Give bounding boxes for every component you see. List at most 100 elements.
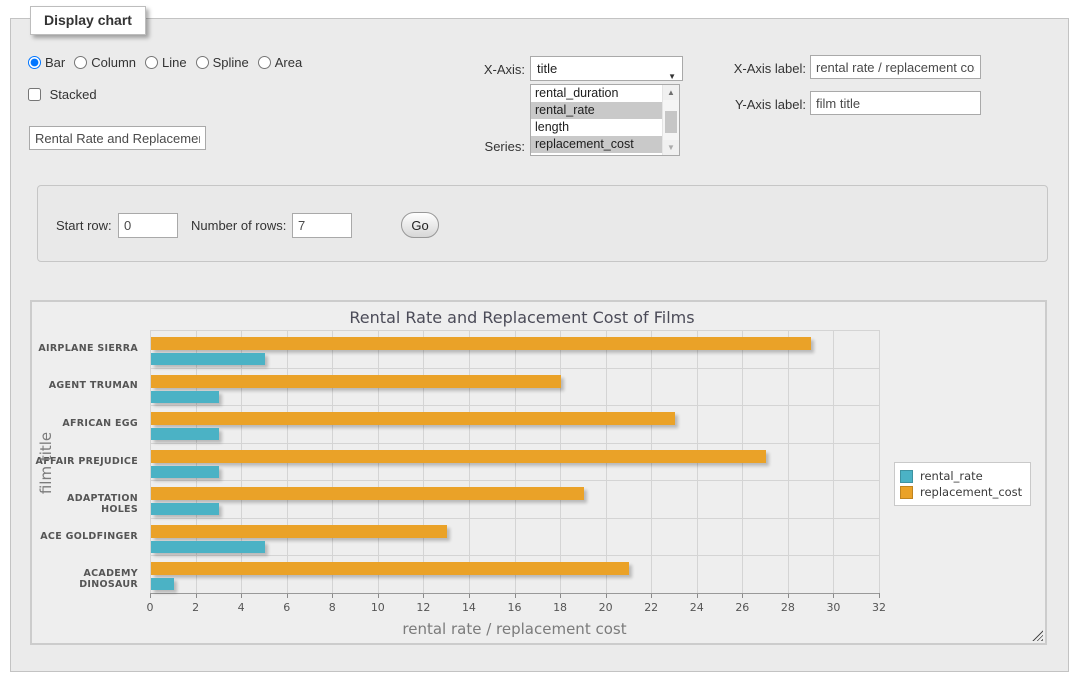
x-axis-title: rental rate / replacement cost (150, 620, 879, 638)
x-tick-label: 10 (363, 601, 393, 614)
y-axis-label-caption: Y-Axis label: (700, 97, 806, 112)
grid-line-horizontal (150, 480, 879, 481)
number-of-rows-label: Number of rows: (191, 218, 286, 233)
chart-title: Rental Rate and Replacement Cost of Film… (32, 308, 1012, 327)
chart-bar-rental_rate (151, 428, 219, 440)
x-axis-select[interactable]: title ▼ (530, 56, 683, 81)
start-row-input[interactable] (118, 213, 178, 238)
chart-type-radio-bar[interactable] (28, 56, 41, 69)
x-tick-label: 16 (500, 601, 530, 614)
grid-line-horizontal (150, 555, 879, 556)
x-tick-label: 30 (818, 601, 848, 614)
legend-label: replacement_cost (920, 485, 1022, 499)
x-axis-label-input[interactable] (810, 55, 981, 79)
chart-bar-rental_rate (151, 353, 265, 365)
x-tick-label: 4 (226, 601, 256, 614)
category-label: AGENT TRUMAN (32, 380, 144, 391)
grid-line-horizontal (150, 368, 879, 369)
chart-title-input[interactable] (29, 126, 206, 150)
legend-label: rental_rate (920, 469, 983, 483)
stacked-checkbox-label[interactable]: Stacked (28, 87, 97, 102)
x-tick-label: 8 (317, 601, 347, 614)
chart-type-label: Column (91, 55, 136, 70)
fieldset-legend: Display chart (30, 6, 146, 35)
start-row-label: Start row: (56, 218, 112, 233)
chart-type-radio-area[interactable] (258, 56, 271, 69)
chart-canvas[interactable]: Rental Rate and Replacement Cost of Film… (30, 300, 1047, 645)
grid-line-horizontal (150, 405, 879, 406)
x-tick-label: 0 (135, 601, 165, 614)
stacked-checkbox[interactable] (28, 88, 41, 101)
scroll-down-icon[interactable]: ▼ (663, 140, 679, 155)
chart-type-column[interactable]: Column (74, 55, 136, 70)
x-tick-label: 24 (682, 601, 712, 614)
row-range-panel: Start row: Number of rows: Go (37, 185, 1048, 262)
x-tick-label: 20 (591, 601, 621, 614)
stacked-label: Stacked (50, 87, 97, 102)
x-axis-label-caption: X-Axis label: (700, 61, 806, 76)
legend-item-rental_rate: rental_rate (900, 469, 1022, 483)
legend-swatch-icon (900, 486, 913, 499)
chart-type-radio-line[interactable] (145, 56, 158, 69)
chart-bar-replacement_cost (151, 562, 629, 575)
series-scrollbar[interactable]: ▲ ▼ (662, 85, 679, 155)
chart-bar-rental_rate (151, 578, 174, 590)
chart-type-radio-group: Bar Column Line Spline Area (28, 55, 311, 70)
x-tick-label: 26 (727, 601, 757, 614)
x-tick-label: 2 (181, 601, 211, 614)
chart-bar-replacement_cost (151, 375, 561, 388)
chart-type-radio-spline[interactable] (196, 56, 209, 69)
chart-type-label: Line (162, 55, 187, 70)
chart-bar-replacement_cost (151, 412, 675, 425)
x-tick-label: 14 (454, 601, 484, 614)
series-select-label: Series: (430, 139, 525, 154)
go-button[interactable]: Go (401, 212, 439, 238)
grid-line-vertical (788, 330, 789, 593)
chart-type-area[interactable]: Area (258, 55, 302, 70)
x-axis-selected-value: title (537, 61, 557, 76)
legend-item-replacement_cost: replacement_cost (900, 485, 1022, 499)
chart-type-label: Spline (213, 55, 249, 70)
grid-line-vertical (879, 330, 880, 593)
chart-type-bar[interactable]: Bar (28, 55, 65, 70)
chart-type-label: Area (275, 55, 302, 70)
scrollbar-thumb[interactable] (665, 111, 677, 133)
chart-type-spline[interactable]: Spline (196, 55, 249, 70)
number-of-rows-input[interactable] (292, 213, 352, 238)
page: Display chart Bar Column Line Spline Area St… (0, 0, 1081, 681)
category-label: ACADEMY DINOSAUR (32, 568, 144, 590)
y-axis-title: film title (37, 393, 55, 533)
chart-bar-replacement_cost (151, 525, 447, 538)
grid-line-horizontal (150, 518, 879, 519)
series-option-replacement_cost[interactable]: replacement_cost (531, 136, 662, 153)
legend-swatch-icon (900, 470, 913, 483)
chart-bar-rental_rate (151, 391, 219, 403)
series-option-rental_rate[interactable]: rental_rate (531, 102, 662, 119)
x-tick-label: 18 (545, 601, 575, 614)
scroll-up-icon[interactable]: ▲ (663, 85, 679, 100)
x-tick-label: 28 (773, 601, 803, 614)
x-tick-label: 6 (272, 601, 302, 614)
chart-bar-replacement_cost (151, 337, 811, 350)
resize-handle-icon[interactable] (1032, 630, 1043, 641)
chart-type-line[interactable]: Line (145, 55, 187, 70)
series-option-rental_duration[interactable]: rental_duration (531, 85, 662, 102)
chart-legend: rental_rate replacement_cost (894, 462, 1031, 506)
x-axis-select-label: X-Axis: (430, 62, 525, 77)
x-axis-line (150, 593, 879, 594)
chart-bar-rental_rate (151, 541, 265, 553)
x-tick-label: 12 (408, 601, 438, 614)
category-label: AIRPLANE SIERRA (32, 343, 144, 354)
series-multiselect[interactable]: rental_durationrental_ratelengthreplacem… (530, 84, 680, 156)
chart-type-radio-column[interactable] (74, 56, 87, 69)
y-axis-label-input[interactable] (810, 91, 981, 115)
x-tick-label: 32 (864, 601, 894, 614)
x-tick-label: 22 (636, 601, 666, 614)
grid-line-horizontal (150, 330, 879, 331)
grid-line-horizontal (150, 443, 879, 444)
chart-type-label: Bar (45, 55, 65, 70)
chart-bar-replacement_cost (151, 487, 584, 500)
chart-bar-replacement_cost (151, 450, 766, 463)
grid-line-vertical (833, 330, 834, 593)
series-option-length[interactable]: length (531, 119, 662, 136)
